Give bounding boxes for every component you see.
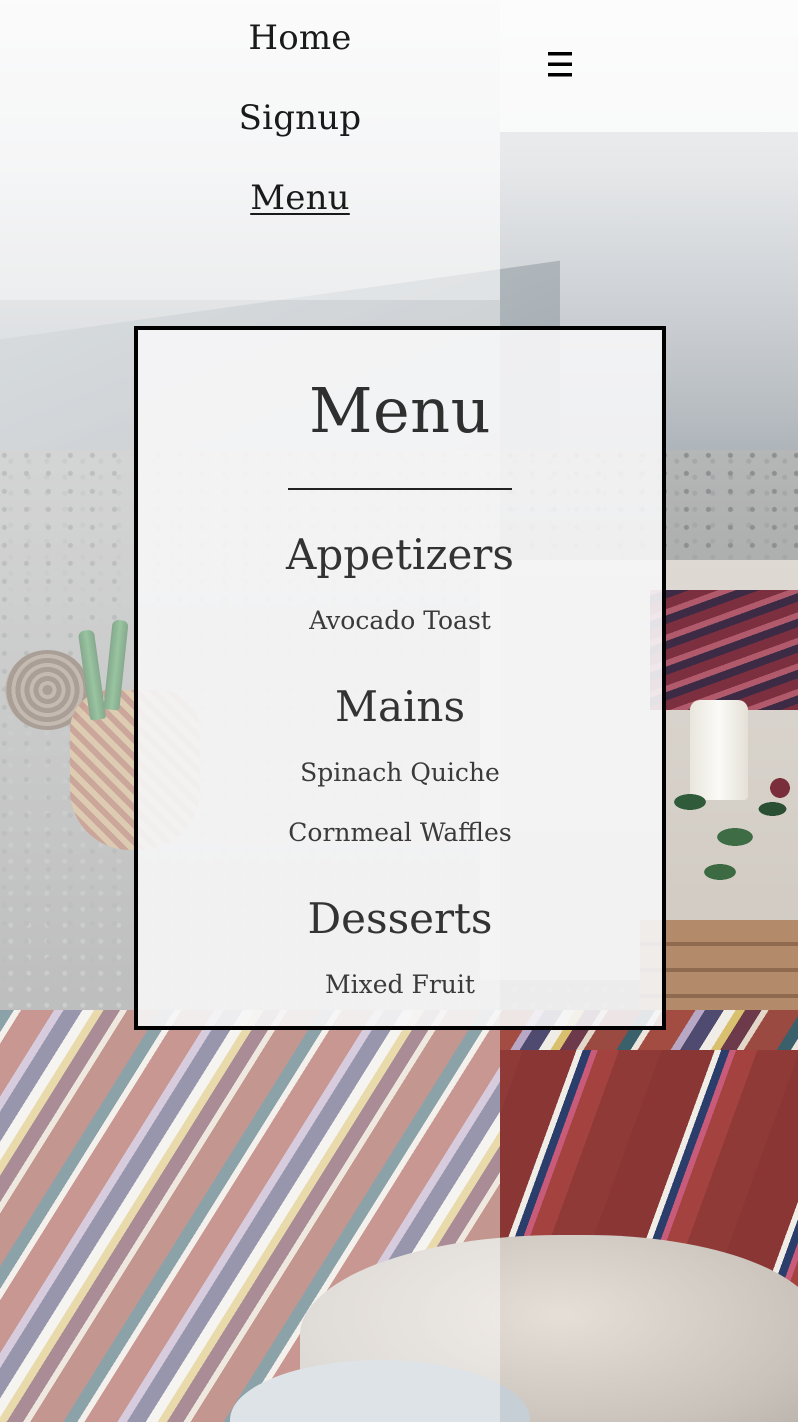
background-greenery: [660, 760, 798, 900]
main-nav: Home Signup Menu: [0, 0, 600, 250]
hamburger-icon: [548, 52, 572, 77]
menu-item: Cornmeal Waffles: [288, 818, 512, 847]
section-heading-mains: Mains: [334, 682, 466, 731]
nav-link-label: Home: [248, 18, 352, 58]
page-title: Menu: [308, 374, 492, 447]
nav-link-home[interactable]: Home: [200, 18, 400, 58]
section-heading-appetizers: Appetizers: [286, 530, 514, 579]
nav-link-signup[interactable]: Signup: [200, 98, 400, 138]
nav-link-label: Menu: [250, 178, 350, 218]
nav-link-menu[interactable]: Menu: [200, 178, 400, 218]
section-heading-desserts: Desserts: [307, 894, 493, 943]
hamburger-button[interactable]: [544, 44, 576, 84]
menu-item: Spinach Quiche: [300, 758, 500, 787]
title-divider: [288, 488, 512, 490]
nav-link-label: Signup: [238, 98, 362, 138]
menu-item: Avocado Toast: [309, 606, 491, 635]
menu-item: Mixed Fruit: [325, 970, 475, 999]
menu-card: Menu Appetizers Avocado Toast Mains Spin…: [134, 326, 666, 1030]
background-rug: [650, 590, 798, 710]
